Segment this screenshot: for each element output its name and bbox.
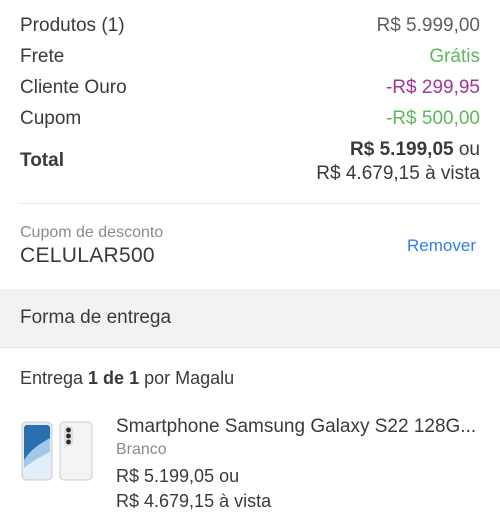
delivery-count: 1 de 1 — [88, 368, 140, 388]
gold-discount-value: -R$ 299,95 — [385, 77, 480, 98]
product-price: R$ 5.199,05 ou R$ 4.679,15 à vista — [116, 464, 271, 514]
coupon-caption: Cupom de desconto — [20, 224, 164, 241]
shipping-value: Grátis — [429, 46, 480, 67]
product-price-line1: R$ 5.199,05 ou — [116, 466, 240, 486]
products-label: Produtos (1) — [20, 15, 125, 36]
phone-icon — [21, 421, 93, 481]
summary-coupon-row: Cupom -R$ 500,00 — [20, 108, 480, 130]
summary-total-row: Total R$ 5.199,05 ou R$ 4.679,15 à vista — [20, 138, 480, 186]
total-price: R$ 5.199,05 — [350, 139, 454, 160]
delivery-section-header: Forma de entrega — [0, 289, 500, 348]
product-color: Branco — [116, 441, 167, 458]
summary-shipping-row: Frete Grátis — [20, 46, 480, 68]
product-image[interactable] — [20, 420, 96, 484]
section-title: Forma de entrega — [20, 307, 172, 328]
delivery-title: Entrega 1 de 1 por Magalu — [20, 368, 234, 389]
total-value: R$ 5.199,05 ou R$ 4.679,15 à vista — [316, 138, 480, 186]
summary-gold-row: Cliente Ouro -R$ 299,95 — [20, 77, 480, 99]
product-price-line2: R$ 4.679,15 à vista — [116, 491, 272, 511]
coupon-discount-value: -R$ 500,00 — [385, 108, 480, 129]
remove-coupon-button[interactable]: Remover — [407, 236, 476, 256]
coupon-code: CELULAR500 — [20, 244, 155, 267]
product-name[interactable]: Smartphone Samsung Galaxy S22 128G... — [116, 416, 486, 438]
total-label: Total — [20, 150, 64, 171]
delivery-seller: por Magalu — [139, 368, 235, 388]
delivery-prefix: Entrega — [20, 368, 89, 388]
gold-label: Cliente Ouro — [20, 77, 127, 98]
shipping-label: Frete — [20, 46, 65, 67]
total-price-suffix: ou — [453, 139, 480, 160]
products-value: R$ 5.999,00 — [376, 15, 480, 36]
summary-products-row: Produtos (1) R$ 5.999,00 — [20, 15, 480, 37]
total-cash-price: R$ 4.679,15 à vista — [316, 163, 480, 184]
coupon-label: Cupom — [20, 108, 82, 129]
divider — [20, 203, 480, 204]
